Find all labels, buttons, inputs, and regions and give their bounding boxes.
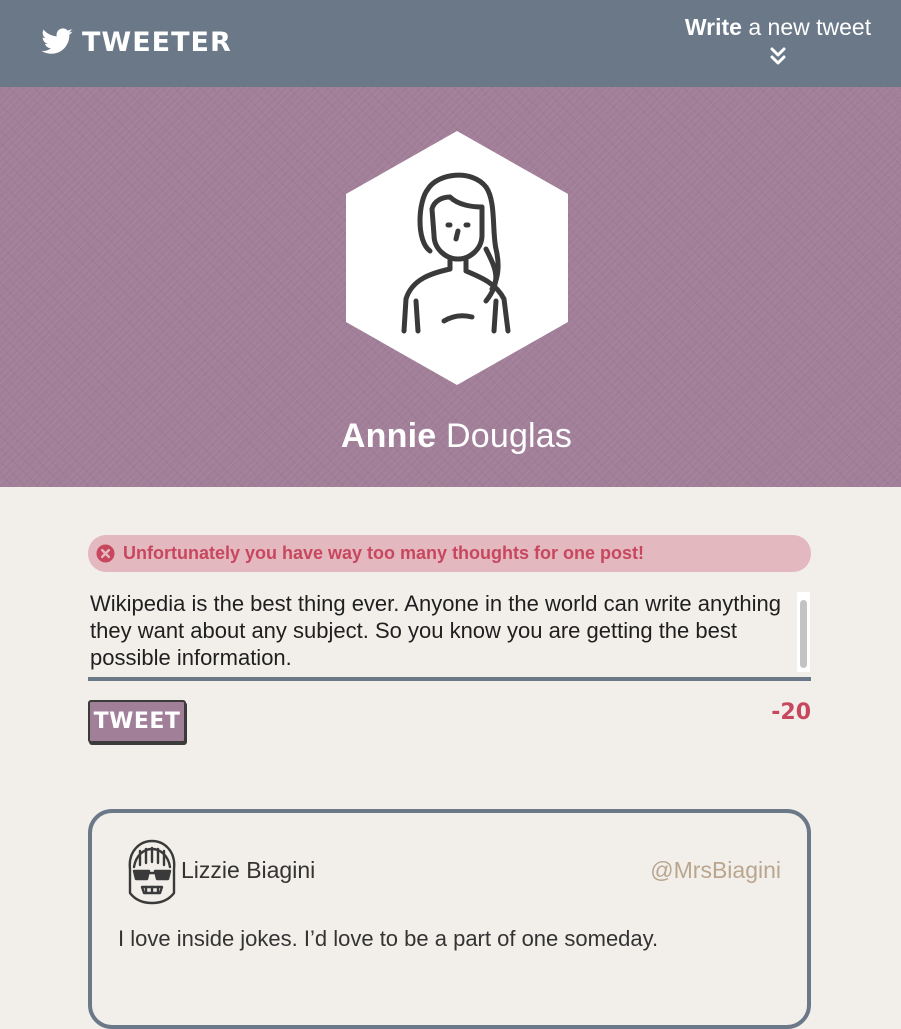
profile-avatar: [346, 131, 568, 385]
compose-toggle-bold: Write: [684, 14, 742, 40]
bird-icon: [41, 28, 73, 54]
error-message-text: Unfortunately you have way too many thou…: [123, 543, 645, 563]
tweet-body: I love inside jokes. I’d love to be a pa…: [118, 926, 659, 951]
tweet-button[interactable]: TWEET: [88, 700, 186, 743]
tweet-author-handle[interactable]: @MrsBiagini: [650, 857, 781, 884]
tweet-author-name: Lizzie Biagini: [181, 857, 316, 883]
compose-toggle-label: Write a new tweet: [683, 12, 873, 42]
tweet-text-input[interactable]: Wikipedia is the best thing ever. Anyone…: [88, 590, 811, 676]
top-nav: TWEETER Write a new tweet: [0, 0, 901, 87]
tweet-input-underline: [88, 677, 811, 681]
user-avatar: [128, 839, 176, 905]
brand-logo[interactable]: TWEETER: [40, 24, 232, 60]
profile-last-name: Douglas: [436, 417, 573, 455]
error-message: Unfortunately you have way too many thou…: [88, 535, 811, 572]
char-counter: -20: [771, 700, 811, 725]
brand-name: TWEETER: [82, 26, 232, 58]
double-chevron-down-icon: [770, 47, 786, 65]
compose-toggle-rest: a new tweet: [741, 14, 872, 40]
error-circle-x-icon: [96, 544, 115, 563]
profile-banner: Annie Douglas: [0, 87, 901, 487]
tweet-input-scrollbar-thumb[interactable]: [800, 600, 807, 668]
girl-sunglasses-icon: [128, 839, 176, 905]
tweet-card: Lizzie Biagini @MrsBiagini I love inside…: [88, 809, 811, 1029]
profile-name: Annie Douglas: [0, 417, 901, 456]
write-new-tweet-toggle[interactable]: Write a new tweet: [683, 12, 873, 66]
profile-first-name: Annie: [340, 417, 437, 455]
